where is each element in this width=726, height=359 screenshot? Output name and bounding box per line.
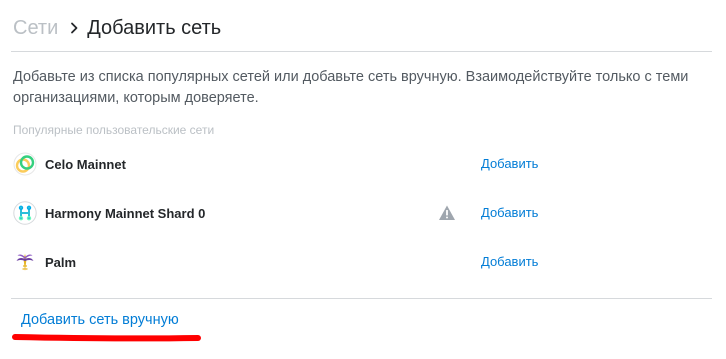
add-harmony-button[interactable]: Добавить [481, 205, 538, 220]
celo-icon [13, 152, 37, 176]
popular-networks-label: Популярные пользовательские сети [13, 123, 215, 137]
page-title: Добавить сеть [87, 16, 222, 39]
palm-icon [13, 250, 37, 274]
network-row-harmony: Harmony Mainnet Shard 0 Добавить [13, 199, 713, 227]
footer-divider [11, 298, 712, 299]
network-name: Palm [45, 254, 77, 270]
add-celo-button[interactable]: Добавить [481, 156, 538, 171]
add-palm-button[interactable]: Добавить [481, 254, 538, 269]
network-name: Celo Mainnet [45, 156, 126, 172]
red-annotation-underline [12, 334, 201, 342]
harmony-icon [13, 201, 37, 225]
breadcrumb: Сети Добавить сеть [13, 13, 221, 43]
header-divider [11, 51, 712, 52]
page-description: Добавьте из списка популярных сетей или … [13, 69, 689, 106]
chevron-right-icon [70, 22, 79, 34]
network-row-palm: Palm Добавить [13, 248, 713, 276]
network-row-celo: Celo Mainnet Добавить [13, 150, 713, 178]
warning-icon[interactable] [438, 204, 456, 222]
breadcrumb-networks[interactable]: Сети [13, 17, 58, 40]
add-network-manually-link[interactable]: Добавить сеть вручную [21, 312, 179, 328]
network-name: Harmony Mainnet Shard 0 [45, 205, 206, 221]
